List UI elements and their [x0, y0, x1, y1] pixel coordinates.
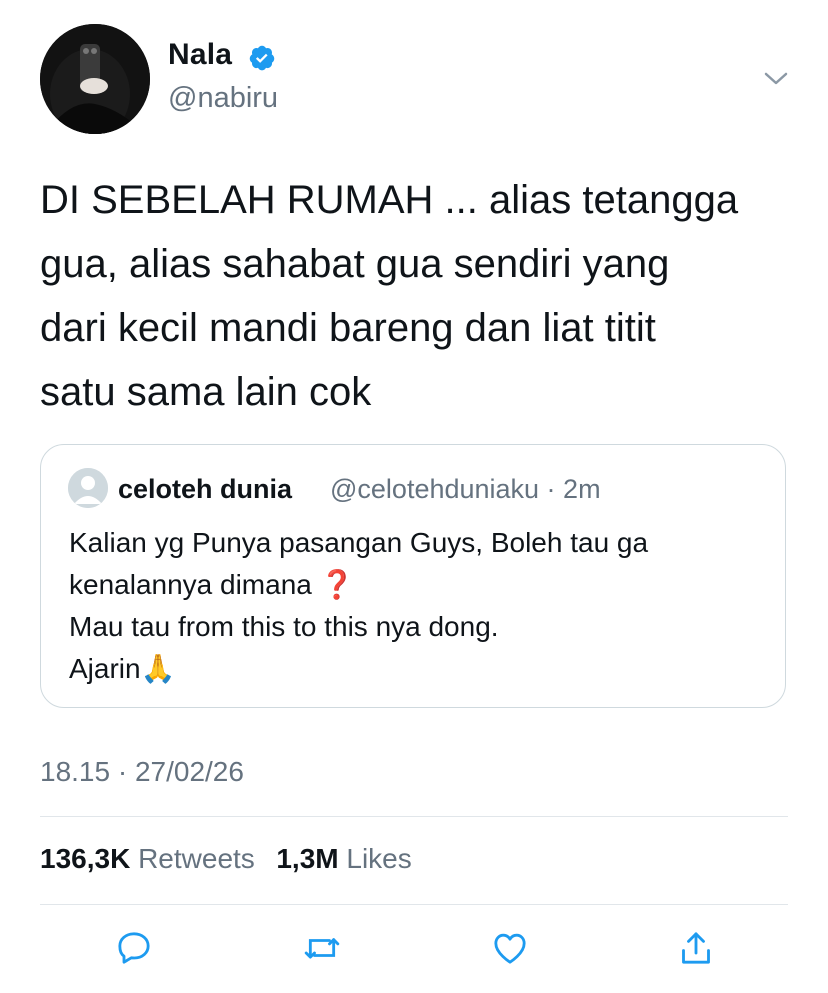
quoted-line: Kalian yg Punya pasangan Guys, Boleh tau…	[69, 527, 649, 558]
quoted-line: kenalannya dimana ❓	[69, 569, 355, 600]
verified-badge-icon	[248, 44, 276, 72]
quoted-author-name: celoteh dunia	[118, 474, 293, 504]
engagement-stats: 136,3K Retweets 1,3M Likes	[40, 843, 412, 875]
divider	[40, 904, 788, 905]
quoted-author-handle: @celotehduniaku · 2m	[330, 474, 601, 504]
avatar[interactable]	[40, 24, 150, 134]
divider	[40, 816, 788, 817]
chevron-down-icon[interactable]	[762, 64, 790, 92]
timestamp[interactable]: 18.15 · 27/02/26	[40, 756, 244, 788]
quoted-tweet-text: Kalian yg Punya pasangan Guys, Boleh tau…	[69, 522, 769, 690]
author-name[interactable]: Nala	[168, 38, 232, 72]
retweets-count[interactable]: 136,3K	[40, 843, 130, 874]
likes-label[interactable]: Likes	[346, 843, 411, 874]
like-icon[interactable]	[490, 928, 530, 968]
reply-icon[interactable]	[114, 928, 154, 968]
author-handle[interactable]: @nabiru	[168, 82, 278, 115]
retweets-label[interactable]: Retweets	[138, 843, 255, 874]
quoted-avatar	[68, 468, 108, 508]
quoted-line: Ajarin🙏	[69, 653, 176, 684]
share-icon[interactable]	[676, 928, 716, 968]
retweet-icon[interactable]	[302, 928, 342, 968]
likes-count[interactable]: 1,3M	[276, 843, 338, 874]
tweet-text: DI SEBELAH RUMAH ... alias tetangga gua,…	[40, 178, 739, 414]
quoted-line: Mau tau from this to this nya dong.	[69, 611, 499, 642]
